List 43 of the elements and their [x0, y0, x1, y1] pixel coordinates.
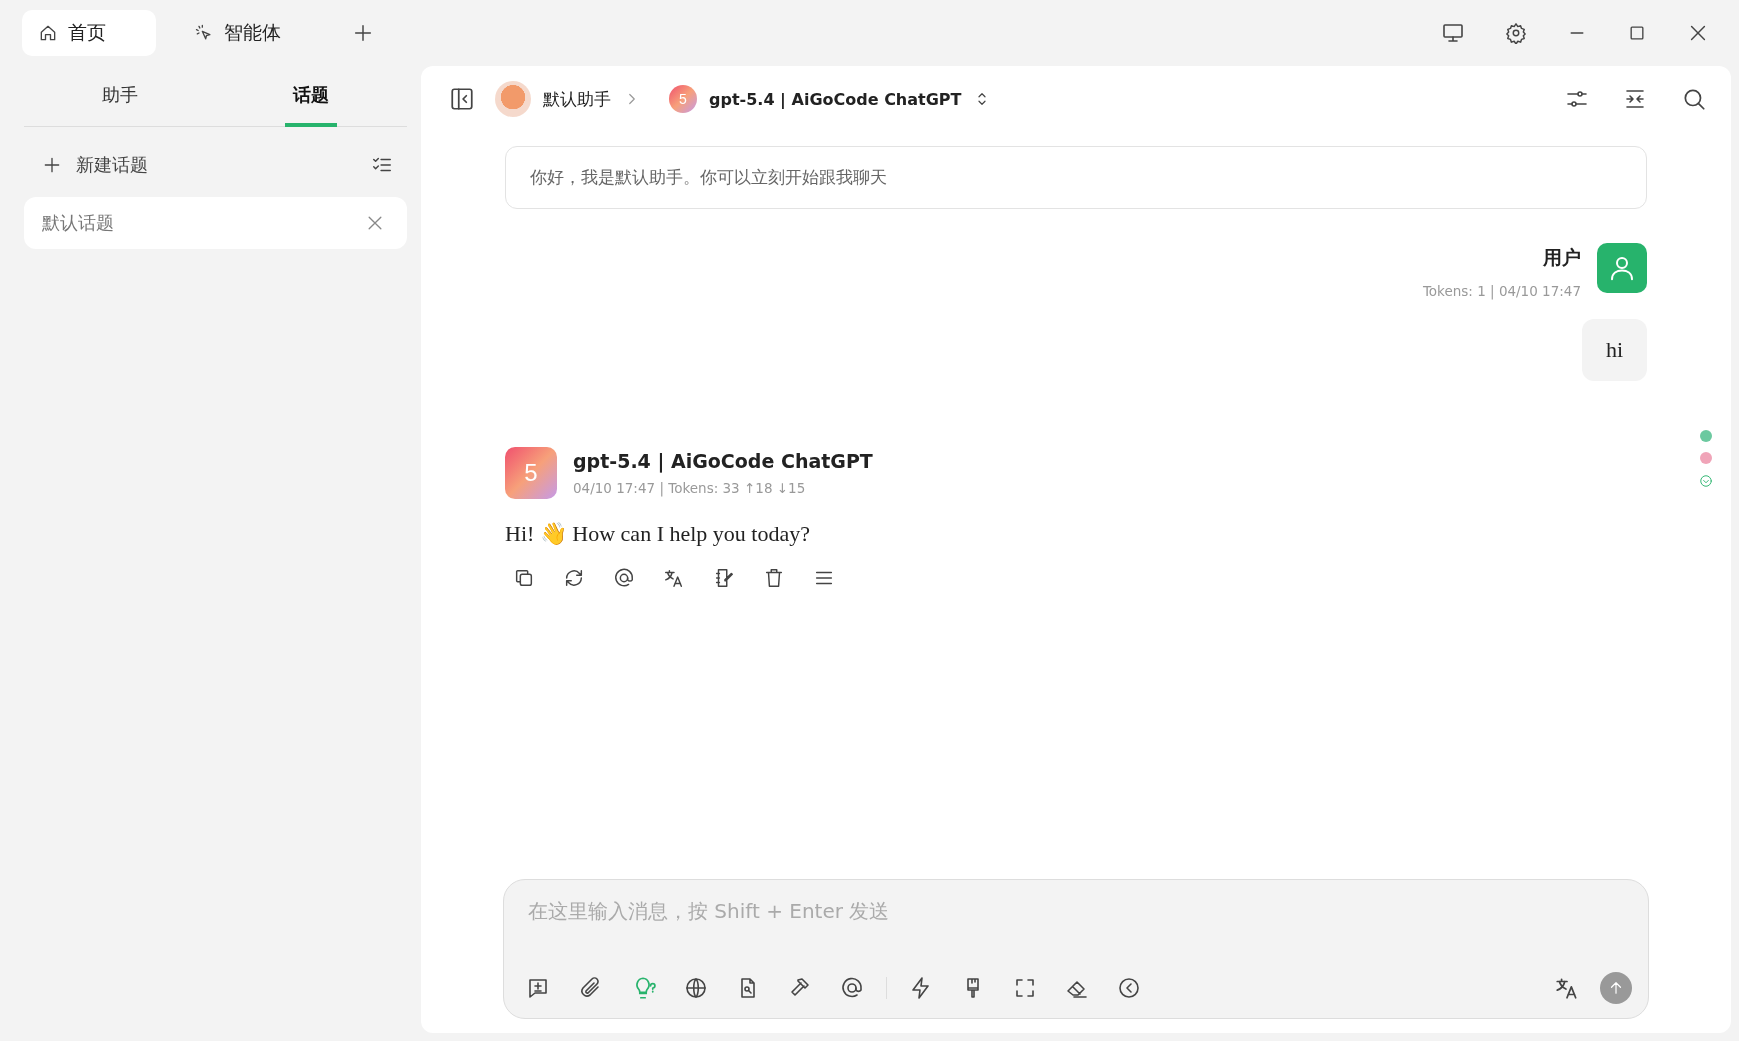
new-topic-button[interactable]: 新建话题	[42, 153, 148, 177]
user-message: hi	[1581, 319, 1647, 381]
sidebar-toggle-icon[interactable]	[449, 86, 475, 112]
back-circle-icon[interactable]	[1117, 976, 1141, 1000]
expand-icon[interactable]	[1623, 87, 1647, 111]
attachment-icon[interactable]	[578, 976, 602, 1000]
mention-icon[interactable]	[840, 976, 864, 1000]
copy-icon[interactable]	[513, 567, 535, 589]
assistant-message: Hi! 👋 How can I help you today?	[505, 521, 811, 547]
settings-icon[interactable]	[1505, 22, 1527, 44]
add-tab-icon[interactable]	[352, 22, 374, 44]
edit-icon[interactable]	[713, 567, 735, 589]
user-name: 用户	[1543, 245, 1581, 270]
delete-icon[interactable]	[763, 567, 785, 589]
fullscreen-icon[interactable]	[1013, 976, 1037, 1000]
prompt-card: 你好，我是默认助手。你可以立刻开始跟我聊天	[505, 146, 1647, 209]
home-icon	[38, 23, 58, 43]
new-context-icon[interactable]	[526, 976, 550, 1000]
sidebar-tab[interactable]: 助手	[93, 66, 146, 127]
translate-icon[interactable]	[663, 567, 685, 589]
assistant-name[interactable]: 默认助手	[543, 87, 611, 111]
model-marker-icon[interactable]	[1700, 452, 1712, 464]
model-logo: 5	[669, 85, 697, 113]
topic-label: 默认话题	[42, 211, 114, 235]
message-meta: Tokens: 1 | 04/10 17:47	[1422, 283, 1581, 299]
input-panel[interactable]: 在这里输入消息，按 Shift + Enter 发送	[503, 879, 1649, 1019]
topic-item[interactable]: 默认话题	[24, 197, 407, 249]
assistant-avatar	[495, 81, 531, 117]
plus-icon	[42, 155, 62, 175]
message-input[interactable]: 在这里输入消息，按 Shift + Enter 发送	[526, 896, 1632, 972]
app-tab[interactable]: 首页	[22, 10, 156, 56]
monitor-icon[interactable]	[1441, 21, 1465, 45]
mention-icon[interactable]	[613, 567, 635, 589]
model-name: gpt-5.4 | AiGoCode ChatGPT	[573, 450, 873, 472]
regenerate-icon[interactable]	[563, 567, 585, 589]
user-marker-icon[interactable]	[1700, 430, 1712, 442]
model-name[interactable]: gpt-5.4 | AiGoCode ChatGPT	[709, 89, 962, 109]
message-meta: 04/10 17:47 | Tokens: 33 ↑18 ↓15	[573, 480, 807, 496]
app-tab[interactable]: 智能体	[178, 10, 312, 56]
globe-icon[interactable]	[684, 976, 708, 1000]
send-button[interactable]	[1600, 972, 1632, 1004]
model-logo: 5	[505, 447, 557, 499]
sidebar-tab[interactable]: 话题	[285, 66, 338, 127]
